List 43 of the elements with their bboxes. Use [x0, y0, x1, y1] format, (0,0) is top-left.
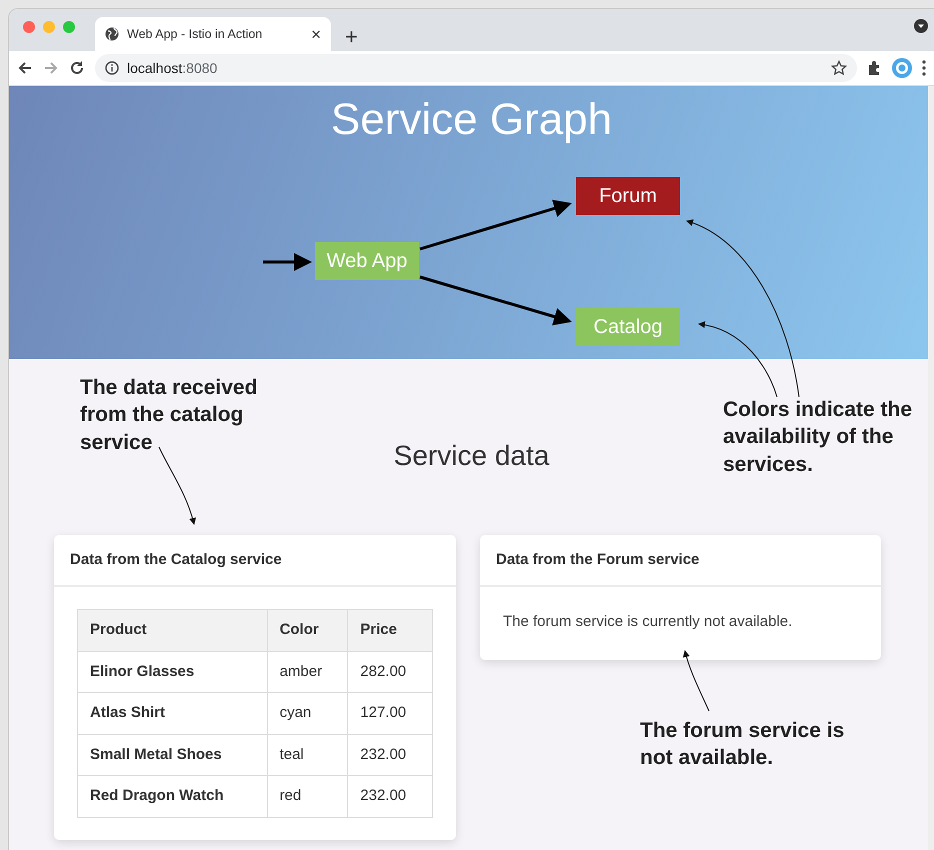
- tab-close-button[interactable]: ×: [311, 26, 321, 42]
- column-header: Product: [78, 610, 268, 652]
- menu-icon[interactable]: [922, 60, 926, 76]
- section-heading: Service data: [394, 439, 550, 473]
- page-title: Service Graph: [330, 94, 614, 144]
- unavailable-message: The forum service is currently not available.: [502, 612, 794, 632]
- globe-icon: [105, 27, 119, 41]
- new-tab-button[interactable]: +: [345, 26, 358, 48]
- table-cell: Elinor Glasses: [78, 651, 268, 693]
- table-cell: 127.00: [348, 692, 432, 734]
- table-cell: 282.00: [348, 651, 432, 693]
- arrow: [263, 253, 312, 271]
- star-icon[interactable]: [831, 60, 847, 76]
- address-bar[interactable]: localhost:8080: [95, 54, 857, 82]
- tab-title: Web App - Istio in Action: [127, 26, 262, 43]
- column-header: Price: [348, 610, 432, 652]
- table-cell: 232.00: [348, 734, 432, 776]
- card-header: Data from the Catalog service: [54, 534, 456, 588]
- service-node: Catalog: [576, 308, 680, 346]
- card-header: Data from the Forum service: [480, 534, 881, 588]
- column-header: Color: [267, 610, 348, 652]
- puzzle-icon[interactable]: [867, 60, 882, 76]
- table-cell: cyan: [267, 692, 348, 734]
- table-cell: Red Dragon Watch: [78, 776, 268, 818]
- table-cell: red: [267, 776, 348, 818]
- table-cell: teal: [267, 734, 348, 776]
- table-cell: amber: [267, 651, 348, 693]
- table-cell: 232.00: [348, 776, 432, 818]
- service-node: Forum: [576, 177, 680, 215]
- table-cell: Small Metal Shoes: [78, 734, 268, 776]
- tab-search-icon[interactable]: [914, 19, 928, 33]
- service-node: Web App: [315, 242, 419, 280]
- table-cell: Atlas Shirt: [78, 692, 268, 734]
- profile-avatar[interactable]: [892, 58, 912, 78]
- annotation-text: The data received from the catalog service: [80, 375, 258, 456]
- browser-tab[interactable]: Web App - Istio in Action ×: [95, 17, 331, 51]
- info-icon[interactable]: [105, 61, 119, 75]
- back-icon[interactable]: [17, 60, 33, 76]
- url-text: localhost:8080: [127, 58, 218, 78]
- reload-icon[interactable]: [69, 60, 85, 76]
- leader-line: [683, 650, 710, 712]
- annotation-text: The forum service is not available.: [640, 718, 844, 772]
- annotation-text: Colors indicate the availability of the services.: [723, 397, 912, 478]
